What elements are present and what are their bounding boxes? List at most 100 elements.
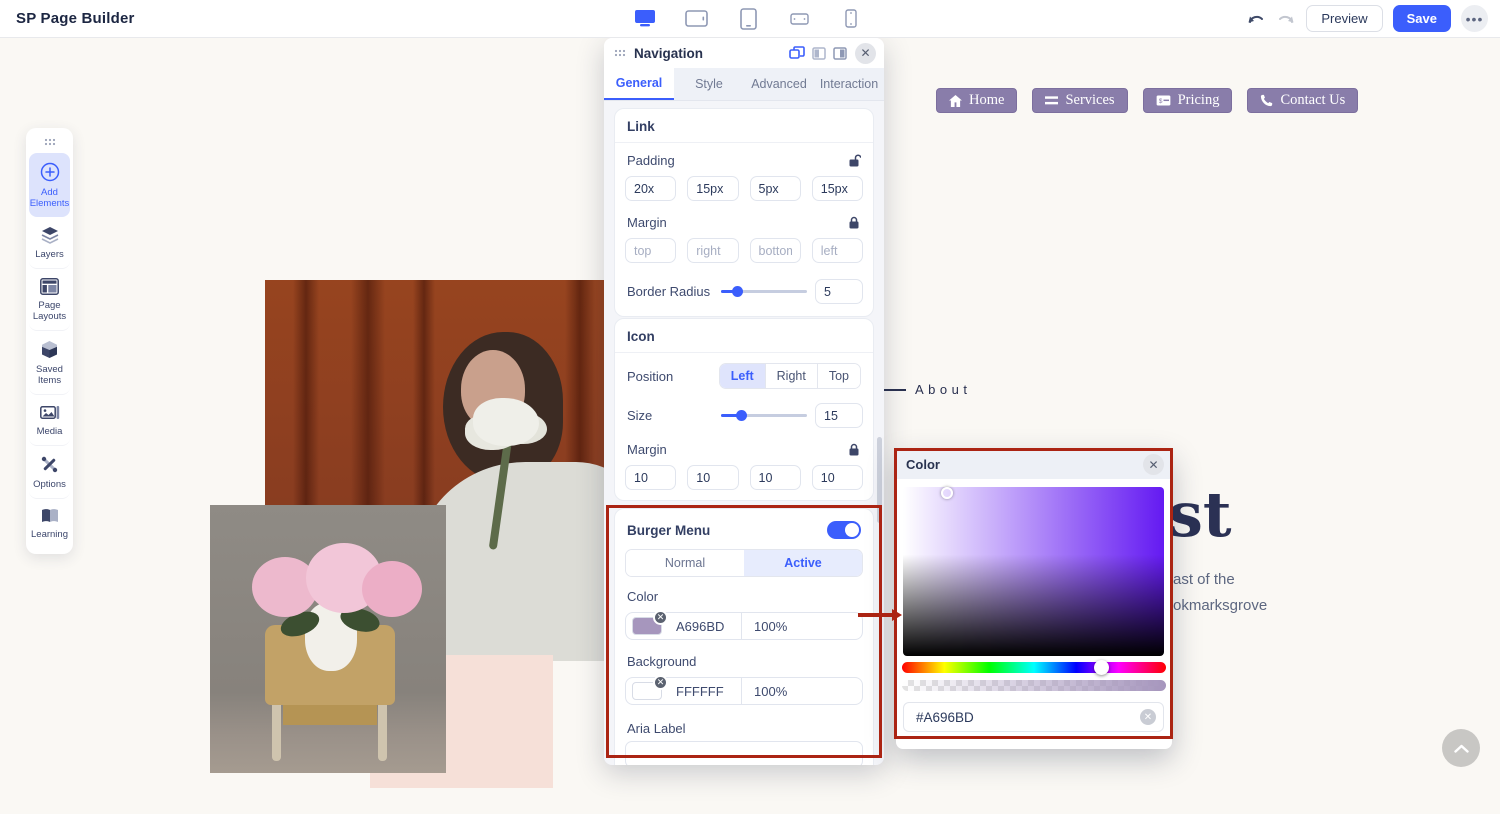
plus-circle-icon (40, 162, 60, 182)
background-hex-value[interactable]: FFFFFF (670, 684, 741, 699)
panel-close-icon[interactable]: ✕ (855, 43, 876, 64)
panel-scrollbar[interactable] (877, 437, 882, 523)
saturation-selector[interactable] (941, 487, 953, 499)
dock-right-icon[interactable] (833, 47, 847, 60)
margin-bottom-input[interactable] (750, 238, 801, 263)
hex-color-input[interactable] (903, 702, 1164, 732)
tab-interaction[interactable]: Interaction (814, 68, 884, 100)
media-icon (40, 404, 60, 421)
padding-left-input[interactable] (812, 176, 863, 201)
page-heading-fragment[interactable]: st (1168, 478, 1232, 551)
margin-top-input[interactable] (625, 238, 676, 263)
padding-label: Padding (627, 153, 675, 168)
position-right-option[interactable]: Right (766, 364, 818, 388)
tab-general[interactable]: General (604, 68, 674, 100)
sidebar-item-saved-items[interactable]: Saved Items (29, 331, 70, 395)
sidebar-item-media[interactable]: Media (29, 395, 70, 446)
link-section: Link Padding Margin Border Radius (614, 108, 874, 317)
panel-title: Navigation (634, 46, 782, 61)
app-title: SP Page Builder (16, 10, 135, 27)
aria-label-input[interactable] (625, 741, 863, 765)
device-tablet-portrait-icon[interactable] (731, 6, 765, 32)
sidebar-item-page-layouts[interactable]: Page Layouts (29, 269, 70, 331)
scroll-to-top-button[interactable] (1442, 729, 1480, 767)
photo-flowers-on-chair[interactable] (210, 505, 446, 773)
burger-background-field[interactable]: ✕ FFFFFF 100% (625, 677, 863, 705)
paragraph-fragment: okmarksgrove (1173, 597, 1267, 614)
sidebar-item-options[interactable]: Options (29, 446, 70, 499)
tools-icon (40, 455, 59, 474)
more-options-button[interactable]: ••• (1461, 5, 1488, 32)
slider-handle[interactable] (732, 286, 743, 297)
burger-color-label: Color (615, 577, 873, 608)
panel-drag-handle-icon[interactable] (614, 49, 626, 57)
undo-icon[interactable] (1246, 12, 1266, 26)
icon-margin-top-input[interactable] (625, 465, 676, 490)
nav-button-label: Contact Us (1280, 92, 1345, 109)
icon-margin-right-input[interactable] (687, 465, 738, 490)
color-swatch[interactable]: ✕ (632, 617, 662, 635)
margin-inputs (615, 236, 873, 273)
position-left-option[interactable]: Left (720, 364, 766, 388)
device-phone-landscape-icon[interactable] (783, 6, 817, 32)
burger-menu-toggle[interactable] (827, 521, 861, 539)
margin-label: Margin (627, 215, 667, 230)
border-radius-input[interactable] (815, 279, 863, 304)
chevron-up-icon (1454, 744, 1469, 753)
icon-margin-left-input[interactable] (812, 465, 863, 490)
margin-left-input[interactable] (812, 238, 863, 263)
hue-slider[interactable] (902, 662, 1166, 673)
device-phone-portrait-icon[interactable] (834, 6, 868, 32)
border-radius-slider[interactable] (721, 290, 807, 293)
aria-label-label: Aria Label (615, 707, 873, 741)
tab-style[interactable]: Style (674, 68, 744, 100)
about-label[interactable]: About (915, 382, 971, 397)
sidebar-item-layers[interactable]: Layers (29, 217, 70, 269)
clear-color-icon[interactable]: ✕ (653, 610, 668, 625)
margin-right-input[interactable] (687, 238, 738, 263)
padding-bottom-input[interactable] (750, 176, 801, 201)
page-navigation-menu: Home Services $ Pricing Contact Us (936, 88, 1358, 113)
nav-button-services[interactable]: Services (1032, 88, 1127, 113)
lock-icon[interactable] (847, 443, 861, 456)
device-tablet-landscape-icon[interactable] (680, 6, 714, 32)
icon-size-slider[interactable] (721, 414, 807, 417)
redo-icon[interactable] (1276, 12, 1296, 26)
saturation-area[interactable] (903, 487, 1164, 656)
state-active-option[interactable]: Active (744, 550, 862, 576)
state-normal-option[interactable]: Normal (626, 550, 744, 576)
nav-button-pricing[interactable]: $ Pricing (1143, 88, 1233, 113)
alpha-slider[interactable] (902, 680, 1166, 691)
position-top-option[interactable]: Top (818, 364, 860, 388)
hue-handle[interactable] (1094, 660, 1109, 675)
sidebar-item-label: Options (33, 479, 66, 490)
icon-size-input[interactable] (815, 403, 863, 428)
color-opacity-value[interactable]: 100% (742, 619, 862, 634)
nav-button-home[interactable]: Home (936, 88, 1017, 113)
slider-handle[interactable] (736, 410, 747, 421)
color-picker-close-icon[interactable]: ✕ (1143, 454, 1164, 475)
color-hex-value[interactable]: A696BD (670, 619, 741, 634)
burger-color-field[interactable]: ✕ A696BD 100% (625, 612, 863, 640)
clear-background-icon[interactable]: ✕ (653, 675, 668, 690)
device-desktop-icon[interactable] (628, 6, 662, 32)
padding-right-input[interactable] (687, 176, 738, 201)
dock-left-icon[interactable] (812, 47, 826, 60)
sidebar-drag-handle-icon[interactable] (44, 136, 56, 153)
icon-margin-bottom-input[interactable] (750, 465, 801, 490)
sidebar-item-add-elements[interactable]: Add Elements (29, 153, 70, 217)
unlock-icon[interactable] (847, 154, 861, 167)
sidebar-item-learning[interactable]: Learning (29, 499, 70, 548)
background-opacity-value[interactable]: 100% (742, 684, 862, 699)
clear-hex-icon[interactable]: ✕ (1140, 709, 1156, 725)
sidebar-item-label: Learning (31, 529, 68, 540)
nav-button-contact[interactable]: Contact Us (1247, 88, 1358, 113)
background-swatch[interactable]: ✕ (632, 682, 662, 700)
icon-section-title: Icon (615, 319, 873, 353)
padding-top-input[interactable] (625, 176, 676, 201)
save-button[interactable]: Save (1393, 5, 1451, 32)
preview-button[interactable]: Preview (1306, 5, 1382, 32)
tab-advanced[interactable]: Advanced (744, 68, 814, 100)
lock-icon[interactable] (847, 216, 861, 229)
float-panel-icon[interactable] (789, 46, 805, 60)
